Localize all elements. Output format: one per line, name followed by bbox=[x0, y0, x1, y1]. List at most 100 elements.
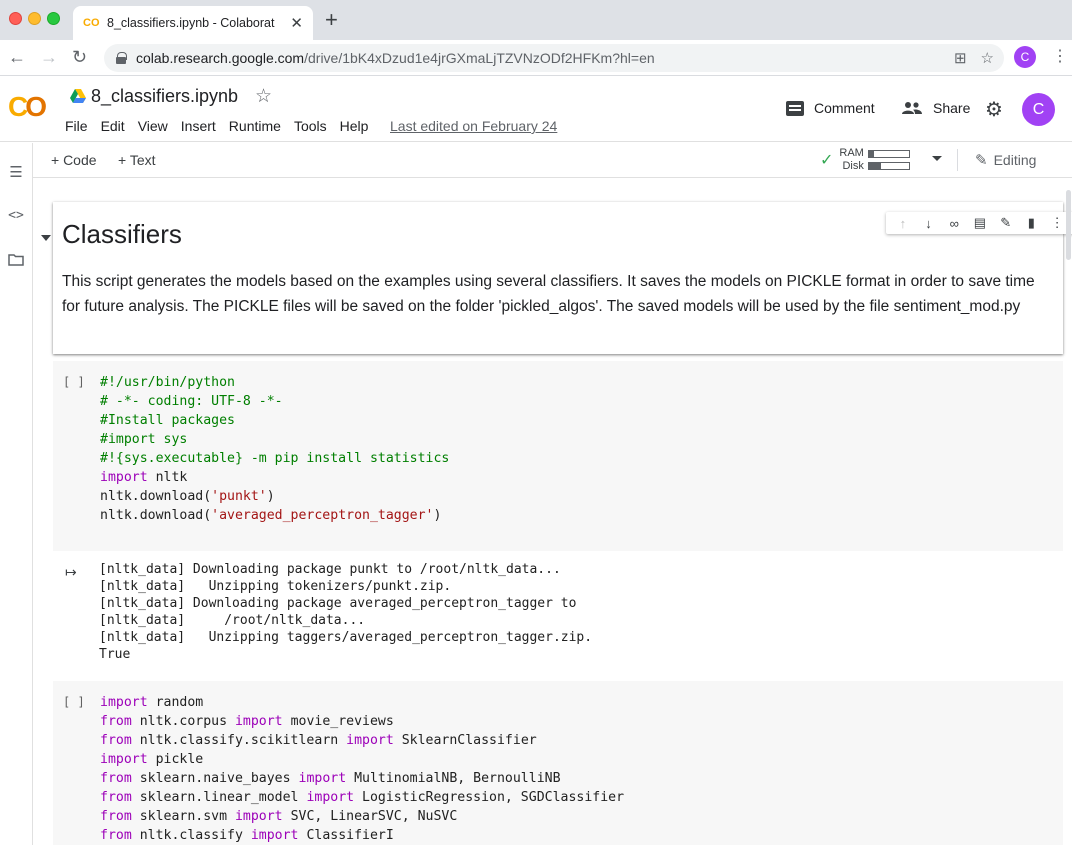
share-label: Share bbox=[933, 100, 971, 116]
people-icon bbox=[902, 102, 922, 114]
tab-close-icon[interactable]: ✕ bbox=[290, 14, 303, 32]
code-token: LogisticRegression, SGDClassifier bbox=[354, 790, 625, 805]
code-token: nltk.corpus bbox=[131, 714, 235, 729]
code-line: from nltk.classify.scikitlearn import Sk… bbox=[100, 731, 624, 750]
browser-tabstrip: CO 8_classifiers.ipynb - Colaborat ✕ + bbox=[0, 0, 1072, 40]
add-code-button[interactable]: + Code bbox=[51, 152, 97, 168]
editing-mode-button[interactable]: ✎ Editing bbox=[975, 151, 1036, 169]
comment-icon[interactable]: ▤ bbox=[970, 215, 990, 231]
run-cell-button[interactable]: [ ] bbox=[63, 375, 85, 389]
link-icon[interactable]: ∞ bbox=[944, 216, 964, 231]
code-line: nltk.download('punkt') bbox=[100, 487, 449, 506]
maximize-window-button[interactable] bbox=[47, 12, 60, 25]
settings-gear-icon[interactable]: ⚙ bbox=[985, 97, 1003, 122]
code-token: import bbox=[306, 790, 355, 805]
table-of-contents-icon[interactable]: ☰ bbox=[6, 163, 26, 181]
reload-icon[interactable]: ↻ bbox=[72, 47, 87, 67]
code-token: random bbox=[147, 695, 204, 710]
share-button[interactable]: Share bbox=[901, 100, 970, 116]
code-snippets-icon[interactable]: <> bbox=[6, 208, 26, 223]
code-line: #!{sys.executable} -m pip install statis… bbox=[100, 449, 449, 468]
notebook-scrollbar[interactable] bbox=[1066, 190, 1071, 260]
tab-title: 8_classifiers.ipynb - Colaborat bbox=[107, 16, 275, 30]
ram-bar-fill bbox=[868, 151, 874, 157]
account-avatar[interactable]: C bbox=[1022, 93, 1055, 126]
menu-view[interactable]: View bbox=[138, 116, 174, 136]
browser-menu-icon[interactable]: ⋮ bbox=[1052, 46, 1068, 66]
colab-logo[interactable]: CO bbox=[8, 91, 47, 123]
code-token: from bbox=[100, 714, 132, 729]
url-text: colab.research.google.com/drive/1bK4xDzu… bbox=[136, 50, 655, 66]
code-token: sklearn.svm bbox=[131, 809, 235, 824]
notebook-area: ↑ ↓ ∞ ▤ ✎ ▮ ⋮ Classifiers This script ge… bbox=[33, 178, 1072, 845]
browser-profile-avatar[interactable]: C bbox=[1014, 46, 1036, 68]
code-token: sklearn.naive_bayes bbox=[131, 771, 299, 786]
code-token: import bbox=[234, 714, 283, 729]
code-line: from sklearn.naive_bayes import Multinom… bbox=[100, 769, 624, 788]
more-icon[interactable]: ⋮ bbox=[1047, 215, 1067, 231]
menu-insert[interactable]: Insert bbox=[181, 116, 222, 136]
comment-icon bbox=[786, 100, 804, 116]
code-token: 'punkt' bbox=[211, 489, 267, 504]
comment-button[interactable]: Comment bbox=[786, 100, 875, 116]
move-up-icon[interactable]: ↑ bbox=[893, 216, 913, 231]
files-icon[interactable] bbox=[6, 253, 26, 270]
code-token: #!{sys.executable} -m pip install statis… bbox=[100, 451, 450, 466]
star-notebook-icon[interactable]: ☆ bbox=[255, 85, 272, 108]
colab-favicon-icon: CO bbox=[83, 17, 100, 29]
code-cell[interactable]: [ ] import random from nltk.corpus import… bbox=[53, 681, 1063, 845]
menu-file[interactable]: File bbox=[65, 116, 94, 136]
close-window-button[interactable] bbox=[9, 12, 22, 25]
disk-bar-fill bbox=[868, 163, 881, 169]
code-cell[interactable]: [ ] #!/usr/bin/python # -*- coding: UTF-8… bbox=[53, 361, 1063, 551]
resources-indicator[interactable]: ✓ RAM Disk bbox=[820, 147, 910, 173]
bookmark-star-icon[interactable]: ☆ bbox=[981, 49, 994, 67]
code-line: # -*- coding: UTF-8 -*- bbox=[100, 392, 449, 411]
google-drive-icon bbox=[70, 89, 86, 103]
menu-help[interactable]: Help bbox=[340, 116, 375, 136]
edit-icon[interactable]: ✎ bbox=[996, 215, 1016, 231]
connected-check-icon: ✓ bbox=[820, 152, 834, 169]
code-editor[interactable]: import random from nltk.corpus import mov… bbox=[100, 693, 624, 845]
code-token: import bbox=[250, 828, 299, 843]
menu-tools[interactable]: Tools bbox=[294, 116, 333, 136]
add-text-button[interactable]: + Text bbox=[118, 152, 156, 168]
code-token: from bbox=[100, 809, 132, 824]
ram-bar bbox=[867, 150, 910, 158]
delete-icon[interactable]: ▮ bbox=[1021, 215, 1041, 231]
code-line: import random bbox=[100, 693, 624, 712]
translate-icon[interactable]: ⊞ bbox=[954, 49, 967, 67]
code-token: #Install packages bbox=[100, 413, 235, 428]
output-arrow-icon[interactable]: ↦ bbox=[65, 564, 77, 581]
code-token: ) bbox=[266, 489, 275, 504]
code-token: # -*- coding: UTF-8 -*- bbox=[100, 394, 283, 409]
forward-icon[interactable]: → bbox=[40, 47, 58, 67]
output-text: [nltk_data] Downloading package punkt to… bbox=[99, 562, 593, 662]
notebook-toolbar: + Code + Text ✓ RAM Disk ✎ Editing bbox=[33, 143, 1072, 178]
logo-o: O bbox=[25, 91, 47, 122]
resources-dropdown-icon[interactable] bbox=[932, 156, 942, 161]
run-cell-button[interactable]: [ ] bbox=[63, 695, 85, 709]
minimize-window-button[interactable] bbox=[28, 12, 41, 25]
last-edited-link[interactable]: Last edited on February 24 bbox=[390, 118, 557, 134]
code-editor[interactable]: #!/usr/bin/python # -*- coding: UTF-8 -*-… bbox=[100, 373, 449, 525]
back-icon[interactable]: ← bbox=[8, 47, 26, 67]
code-token: from bbox=[100, 733, 132, 748]
code-line: import pickle bbox=[100, 750, 624, 769]
notebook-title[interactable]: 8_classifiers.ipynb bbox=[91, 86, 238, 107]
browser-tab[interactable]: CO 8_classifiers.ipynb - Colaborat ✕ bbox=[73, 6, 313, 40]
move-down-icon[interactable]: ↓ bbox=[919, 216, 939, 231]
new-tab-button[interactable]: + bbox=[325, 9, 338, 31]
code-token: ) bbox=[433, 508, 442, 523]
code-token: pickle bbox=[147, 752, 204, 767]
menu-edit[interactable]: Edit bbox=[101, 116, 131, 136]
address-bar[interactable]: colab.research.google.com/drive/1bK4xDzu… bbox=[104, 44, 1004, 72]
code-line: from sklearn.svm import SVC, LinearSVC, … bbox=[100, 807, 624, 826]
code-line: nltk.download('averaged_perceptron_tagge… bbox=[100, 506, 449, 525]
editing-label: Editing bbox=[993, 152, 1037, 168]
text-cell[interactable]: ↑ ↓ ∞ ▤ ✎ ▮ ⋮ Classifiers This script ge… bbox=[53, 202, 1072, 354]
section-heading: Classifiers bbox=[62, 219, 182, 249]
code-line: #Install packages bbox=[100, 411, 449, 430]
section-fold-icon[interactable] bbox=[41, 235, 51, 241]
menu-runtime[interactable]: Runtime bbox=[229, 116, 287, 136]
